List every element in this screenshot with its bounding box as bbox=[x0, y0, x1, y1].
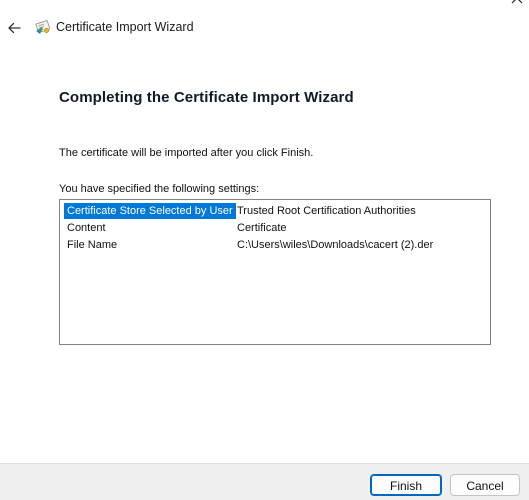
settings-value: Trusted Root Certification Authorities bbox=[237, 205, 416, 217]
settings-value: C:\Users\wiles\Downloads\cacert (2).der bbox=[237, 239, 434, 251]
cancel-button[interactable]: Cancel bbox=[450, 474, 520, 496]
certificate-import-wizard-window: Certificate Import Wizard Completing the… bbox=[0, 0, 529, 500]
settings-label: You have specified the following setting… bbox=[59, 183, 260, 195]
page-title: Completing the Certificate Import Wizard bbox=[59, 89, 354, 106]
settings-key: Content bbox=[67, 222, 106, 234]
wizard-title: Certificate Import Wizard bbox=[56, 20, 194, 34]
back-button[interactable] bbox=[4, 18, 24, 38]
settings-row-content[interactable]: Content Certificate bbox=[60, 220, 490, 236]
settings-row-store[interactable]: Certificate Store Selected by User Trust… bbox=[60, 203, 490, 219]
finish-button[interactable]: Finish bbox=[370, 474, 442, 496]
certificate-wizard-icon bbox=[35, 20, 51, 34]
settings-row-file-name[interactable]: File Name C:\Users\wiles\Downloads\cacer… bbox=[60, 237, 490, 253]
settings-list[interactable]: Certificate Store Selected by User Trust… bbox=[59, 199, 491, 345]
settings-key: File Name bbox=[67, 239, 118, 251]
finish-info-text: The certificate will be imported after y… bbox=[59, 147, 314, 159]
settings-value: Certificate bbox=[237, 222, 287, 234]
settings-key: Certificate Store Selected by User bbox=[64, 203, 236, 219]
wizard-header: Certificate Import Wizard bbox=[0, 0, 529, 56]
wizard-footer: Finish Cancel bbox=[0, 463, 529, 500]
back-arrow-icon bbox=[8, 22, 21, 34]
